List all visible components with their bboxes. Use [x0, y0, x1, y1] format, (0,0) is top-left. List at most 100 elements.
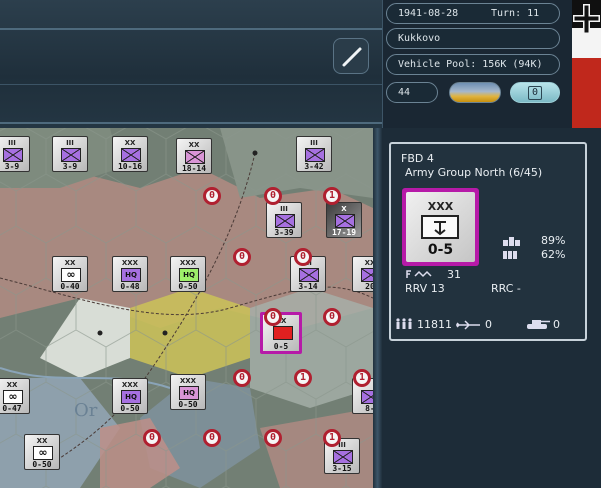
- unit-card-symbol: [421, 215, 459, 239]
- unit-strength: 0-48: [120, 282, 140, 291]
- pencil-icon: [342, 47, 362, 67]
- unit-symbol: [305, 148, 325, 162]
- unit-hq[interactable]: Army Group North (6/45): [405, 166, 542, 179]
- zoc-marker: 0: [203, 429, 221, 447]
- date-turn-display: 1941-08-28 Turn: 11: [386, 3, 560, 24]
- unit-counter[interactable]: XXX HQ 0-48: [112, 252, 155, 292]
- toolbar-divider: [0, 84, 382, 85]
- unit-strength: 3-39: [274, 228, 294, 237]
- unit-size: XX: [64, 259, 76, 267]
- men-icon: [396, 318, 412, 329]
- hex-map[interactable]: Or III 3-9 III 3-9 XX 10-16 XX 18-14 III 3-42…: [0, 128, 373, 488]
- unit-counter[interactable]: XX 10-16: [112, 136, 148, 172]
- tank-icon: [527, 320, 550, 329]
- unit-size: XXX: [179, 377, 197, 385]
- unit-strength: 18-14: [181, 164, 207, 173]
- unit-symbol: [299, 268, 319, 282]
- unit-strength: 0-50: [32, 460, 52, 469]
- weather-button[interactable]: [449, 82, 501, 103]
- unit-strength: 0-50: [120, 404, 140, 413]
- unit-strength: 3-42: [304, 162, 324, 171]
- unit-symbol: HQ: [121, 268, 141, 282]
- map-toolbar: [0, 0, 382, 128]
- unit-strength: 3-15: [332, 464, 352, 473]
- unit-symbol: HQ: [179, 268, 199, 282]
- vehicle-pool-display: Vehicle Pool: 156K (94K): [386, 54, 560, 75]
- unit-counter[interactable]: X 17-19: [326, 198, 369, 238]
- unit-counter[interactable]: XXX HQ 0-50: [170, 374, 206, 410]
- unit-size: III: [66, 139, 74, 147]
- unit-symbol: [185, 150, 205, 164]
- zoc-marker: 0: [323, 308, 341, 326]
- counter-44-display: 44: [386, 82, 438, 103]
- unit-counter[interactable]: XXX HQ 0-50: [112, 374, 155, 414]
- unit-counter[interactable]: XXX HQ 0-50: [170, 256, 206, 292]
- fuel-icon: [406, 270, 432, 278]
- unit-counter[interactable]: XX 20: [352, 252, 373, 292]
- unit-counter[interactable]: III 3-9: [52, 136, 88, 172]
- unit-strength: 0-5: [273, 342, 289, 351]
- iron-cross-icon: [573, 4, 600, 34]
- zoc-marker: 0: [264, 187, 282, 205]
- unit-size: XXX: [179, 259, 197, 267]
- unit-symbol: ∞: [61, 268, 81, 282]
- unit-strength: 10-16: [117, 162, 143, 171]
- location-display: Kukkovo: [386, 28, 560, 49]
- unit-counter[interactable]: XX ∞ 0-40: [52, 252, 95, 292]
- unit-card-counter: XXX 0-5: [402, 188, 479, 266]
- unit-counter[interactable]: XX ∞ 0-50: [24, 430, 67, 470]
- zoc-marker: 0: [143, 429, 161, 447]
- rrc-value: RRC -: [491, 282, 521, 295]
- unit-symbol: [335, 214, 355, 228]
- unit-strength: 0-50: [178, 400, 198, 409]
- unit-symbol: [361, 390, 373, 404]
- unit-card: FBD 4 Army Group North (6/45) XXX 0-5 89…: [389, 142, 587, 341]
- zero-badge: 0: [528, 86, 542, 100]
- unit-size: XXX: [121, 381, 139, 389]
- zoc-marker: 0: [233, 248, 251, 266]
- toolbar-divider: [0, 28, 382, 30]
- unit-strength: 20: [365, 282, 373, 291]
- unit-counter[interactable]: III 3-39: [266, 198, 309, 238]
- zoc-marker: 1: [323, 429, 341, 447]
- zero-toggle-button[interactable]: 0: [510, 82, 560, 103]
- nation-flag: [572, 0, 601, 128]
- unit-strength: 0-40: [60, 282, 80, 291]
- unit-counter[interactable]: XX ∞ 0-47: [0, 374, 37, 414]
- unit-symbol: [333, 450, 353, 464]
- unit-symbol: [3, 148, 23, 162]
- unit-strength: 8-: [365, 404, 373, 413]
- zoc-marker: 0: [233, 369, 251, 387]
- supply-icon: [503, 237, 520, 259]
- edit-button[interactable]: [333, 38, 369, 74]
- tank-count: 0: [553, 318, 560, 331]
- fuel-percent: 62%: [541, 248, 566, 261]
- unit-strength: 17-19: [331, 228, 357, 237]
- zoc-marker: 0: [294, 248, 312, 266]
- unit-strength: 3-9: [62, 162, 78, 171]
- unit-size: X: [341, 205, 347, 213]
- unit-symbol: HQ: [179, 386, 199, 400]
- unit-symbol: [275, 214, 295, 228]
- zoc-marker: 0: [264, 308, 282, 326]
- unit-counter[interactable]: XX 18-14: [176, 134, 219, 174]
- unit-counter[interactable]: III 3-42: [296, 132, 339, 172]
- unit-card-strength: 0-5: [427, 242, 454, 258]
- unit-symbol: [61, 148, 81, 162]
- zoc-marker: 1: [353, 369, 371, 387]
- anchor-icon: [434, 221, 446, 236]
- unit-symbol: [273, 326, 293, 340]
- unit-size: XX: [36, 437, 48, 445]
- unit-counter[interactable]: III 3-9: [0, 136, 30, 172]
- zoc-marker: 0: [203, 187, 221, 205]
- unit-name: FBD 4: [401, 152, 434, 165]
- zoc-marker: 1: [323, 187, 341, 205]
- unit-size: XXX: [121, 259, 139, 267]
- unit-strength: 0-50: [178, 282, 198, 291]
- men-count: 11811: [417, 318, 452, 331]
- plane-icon: [456, 320, 480, 330]
- unit-symbol: HQ: [121, 390, 141, 404]
- zoc-marker: 1: [294, 369, 312, 387]
- date-text: 1941-08-28: [398, 8, 459, 19]
- unit-size: XX: [124, 139, 136, 147]
